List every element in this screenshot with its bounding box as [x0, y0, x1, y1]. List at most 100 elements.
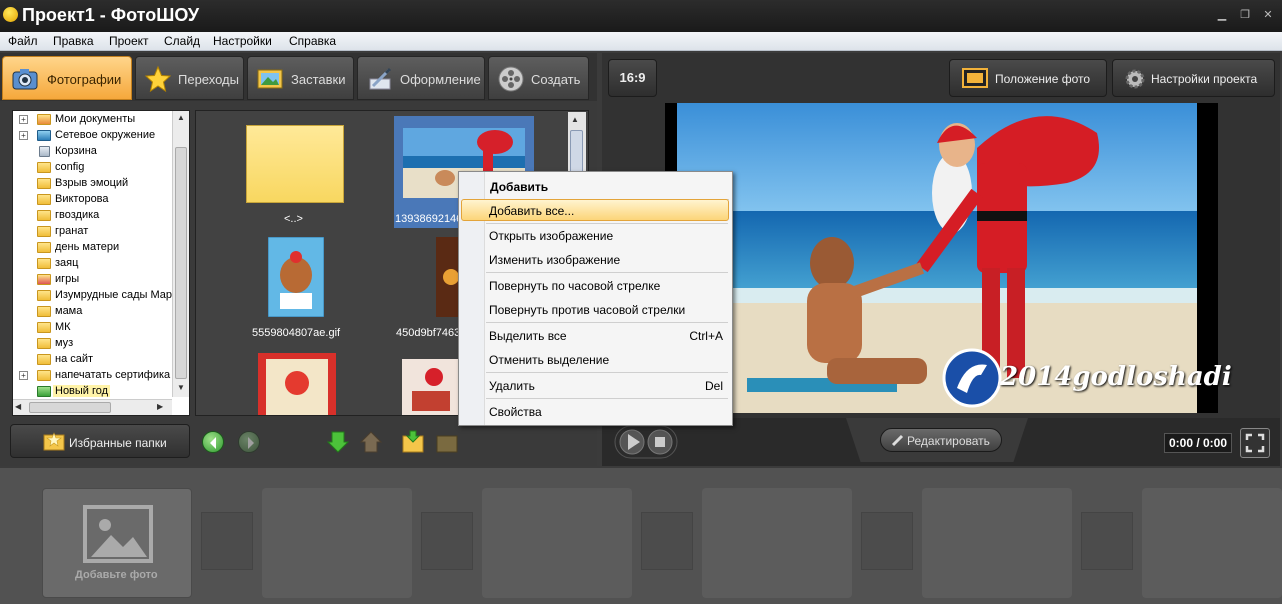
tab-photos[interactable]: Фотографии	[2, 56, 132, 100]
maximize-button[interactable]: ❐	[1237, 8, 1253, 22]
slide-slot[interactable]	[262, 488, 412, 598]
back-button[interactable]	[202, 431, 224, 453]
tree-item[interactable]: Викторова	[19, 192, 179, 208]
folder-icon	[37, 210, 51, 221]
file-caption: 13938692146	[395, 213, 463, 225]
app-logo-icon	[3, 7, 18, 22]
menu-item-select-all[interactable]: Выделить все	[489, 329, 567, 343]
tree-item[interactable]: заяц	[19, 256, 179, 272]
tree-horizontal-scrollbar[interactable]: ◀ ▶	[13, 399, 172, 415]
expand-icon[interactable]: +	[19, 371, 28, 380]
file-caption: 450d9bf7463	[396, 327, 461, 339]
tab-create[interactable]: Создать	[488, 56, 589, 100]
menu-separator	[486, 398, 728, 399]
menu-help[interactable]: Справка	[289, 34, 336, 48]
tab-design[interactable]: Оформление	[357, 56, 485, 100]
tab-transitions[interactable]: Переходы	[135, 56, 244, 100]
scroll-down-icon[interactable]: ▼	[175, 383, 187, 395]
project-settings-button[interactable]: Настройки проекта	[1112, 59, 1275, 97]
film-reel-icon	[498, 66, 524, 92]
camera-icon	[12, 69, 38, 90]
tree-item[interactable]: МК	[19, 320, 179, 336]
tree-item[interactable]: config	[19, 160, 179, 176]
play-icon[interactable]	[624, 432, 642, 452]
tab-intros[interactable]: Заставки	[247, 56, 354, 100]
tree-item[interactable]: Изумрудные сады Мар	[19, 288, 179, 304]
menu-item-edit-image[interactable]: Изменить изображение	[489, 253, 620, 267]
scroll-up-icon[interactable]: ▲	[175, 113, 187, 125]
tree-item[interactable]: на сайт	[19, 352, 179, 368]
move-up-arrow-icon[interactable]	[360, 430, 382, 454]
folder-icon	[37, 274, 51, 285]
transition-slot[interactable]	[421, 512, 473, 570]
santa-girl-thumbnail[interactable]	[402, 359, 460, 416]
menu-item-rotate-ccw[interactable]: Повернуть против часовой стрелки	[489, 303, 685, 317]
tree-item[interactable]: день матери	[19, 240, 179, 256]
aspect-ratio-button[interactable]: 16:9	[608, 59, 657, 97]
photo-position-button[interactable]: Положение фото	[949, 59, 1107, 97]
folder-icon	[37, 226, 51, 237]
reindeer-thumbnail[interactable]	[268, 237, 324, 317]
brush-icon	[369, 67, 392, 90]
menu-item-deselect[interactable]: Отменить выделение	[489, 353, 609, 367]
menu-item-delete[interactable]: Удалить	[489, 379, 535, 393]
favorite-folders-button[interactable]: Избранные папки	[10, 424, 190, 458]
menu-edit[interactable]: Правка	[53, 34, 94, 48]
menu-settings[interactable]: Настройки	[213, 34, 272, 48]
tree-hscroll-thumb[interactable]	[29, 402, 111, 413]
transition-slot[interactable]	[641, 512, 693, 570]
fullscreen-button[interactable]	[1240, 428, 1270, 458]
slide-slot[interactable]	[482, 488, 632, 598]
parent-folder-icon[interactable]	[246, 125, 344, 203]
scroll-left-icon[interactable]: ◀	[15, 402, 21, 411]
scroll-up-icon[interactable]: ▲	[571, 115, 579, 124]
scroll-right-icon[interactable]: ▶	[157, 402, 163, 411]
close-button[interactable]: ✕	[1260, 8, 1276, 22]
menu-file[interactable]: Файл	[8, 34, 38, 48]
menu-item-add-all[interactable]: Добавить все...	[489, 204, 574, 218]
tree-item[interactable]: мама	[19, 304, 179, 320]
move-down-arrow-icon[interactable]	[327, 430, 349, 454]
tree-item[interactable]: + Мои документы	[19, 112, 179, 128]
santa-card-thumbnail[interactable]	[258, 353, 336, 416]
tree-item[interactable]: + напечатать сертифика	[19, 368, 179, 384]
menu-project[interactable]: Проект	[109, 34, 149, 48]
minimize-button[interactable]: ▁	[1214, 8, 1230, 22]
forward-button[interactable]	[238, 431, 260, 453]
transition-slot[interactable]	[201, 512, 253, 570]
expand-icon[interactable]: +	[19, 115, 28, 124]
add-photo-slot[interactable]: Добавьте фото	[42, 488, 192, 598]
transition-slot[interactable]	[861, 512, 913, 570]
files-scroll-thumb[interactable]	[570, 130, 583, 174]
tree-item[interactable]: + Сетевое окружение	[19, 128, 179, 144]
tree-item[interactable]: гвоздика	[19, 208, 179, 224]
photo-watermark: 2014godloshadi	[1000, 362, 1232, 392]
remove-folder-icon[interactable]	[436, 430, 458, 454]
expand-icon[interactable]: +	[19, 131, 28, 140]
folder-icon	[37, 322, 51, 333]
tree-item[interactable]: гранат	[19, 224, 179, 240]
edit-button[interactable]: Редактировать	[880, 428, 1002, 452]
slide-slot[interactable]	[922, 488, 1072, 598]
slide-slot[interactable]	[1142, 488, 1282, 598]
tree-item[interactable]: игры	[19, 272, 179, 288]
tree-vertical-scrollbar[interactable]: ▲ ▼	[172, 111, 189, 397]
menu-item-rotate-cw[interactable]: Повернуть по часовой стрелке	[489, 279, 660, 293]
network-icon	[37, 130, 51, 141]
file-caption: 5559804807ae.gif	[252, 327, 341, 339]
tree-item[interactable]: Корзина	[19, 144, 179, 160]
transition-slot[interactable]	[1081, 512, 1133, 570]
menu-item-properties[interactable]: Свойства	[489, 405, 542, 419]
menu-slide[interactable]: Слайд	[164, 34, 200, 48]
tree-item[interactable]: Взрыв эмоций	[19, 176, 179, 192]
menu-item-open-image[interactable]: Открыть изображение	[489, 229, 613, 243]
tree-item[interactable]: Новый год	[19, 384, 179, 400]
context-menu-items: Добавить все... Открыть изображение Изме…	[458, 171, 733, 426]
picture-icon	[257, 69, 283, 89]
tree-item[interactable]: муз	[19, 336, 179, 352]
tree-scroll-thumb[interactable]	[175, 147, 187, 379]
folder-tree[interactable]: + Мои документы + Сетевое окружение Корзин…	[12, 110, 190, 416]
add-folder-icon[interactable]	[402, 430, 424, 454]
stop-icon[interactable]	[653, 435, 667, 449]
slide-slot[interactable]	[702, 488, 852, 598]
